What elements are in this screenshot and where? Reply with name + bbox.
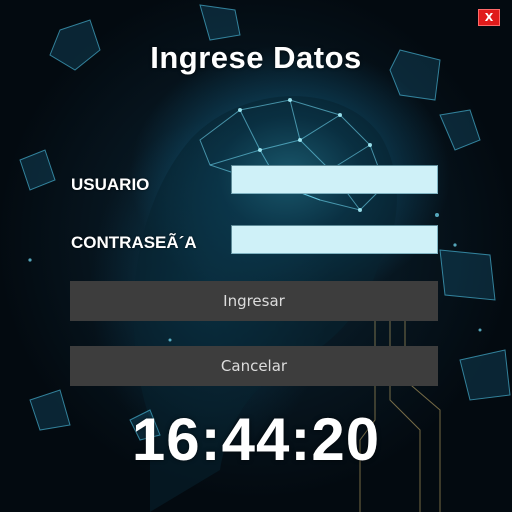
page-title: Ingrese Datos	[150, 40, 362, 75]
password-input[interactable]	[231, 225, 438, 254]
password-label: CONTRASEÃ´A	[71, 233, 197, 252]
login-button[interactable]: Ingresar	[70, 281, 438, 321]
username-input[interactable]	[231, 165, 438, 194]
cancel-button[interactable]: Cancelar	[70, 346, 438, 386]
username-label: USUARIO	[71, 175, 150, 194]
close-button[interactable]: X	[478, 9, 500, 26]
clock-time: 16:44:20	[131, 406, 381, 473]
